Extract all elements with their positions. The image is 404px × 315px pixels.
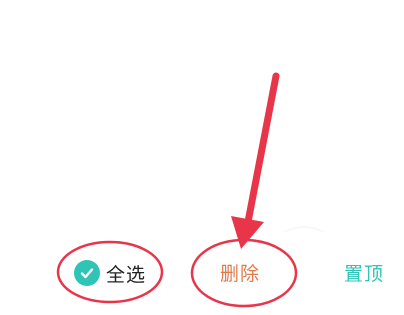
pin-to-top-button[interactable]: 置顶 (344, 259, 384, 286)
pointer-arrow (231, 72, 280, 249)
select-all-label: 全选 (106, 263, 147, 286)
screen: 全选 删除 置顶 (0, 0, 404, 315)
delete-button[interactable]: 删除 (220, 259, 260, 286)
check-circle-icon (74, 260, 100, 286)
select-all-toggle[interactable]: 全选 (74, 258, 146, 288)
